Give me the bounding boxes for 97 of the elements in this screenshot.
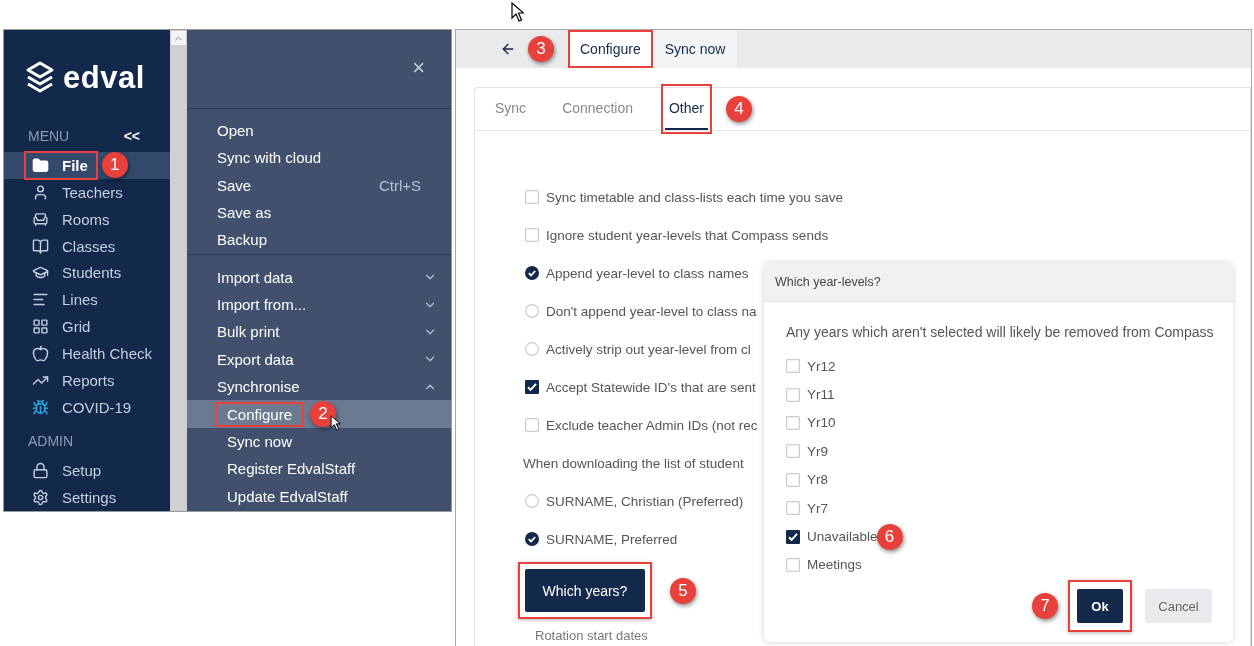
option-label: Don't append year-level to class na bbox=[546, 303, 757, 319]
option-label: Exclude teacher Admin IDs (not rec bbox=[546, 417, 758, 433]
logo-text: edval bbox=[63, 60, 145, 96]
sidebar-item[interactable]: Students bbox=[4, 259, 170, 287]
chair-icon bbox=[32, 210, 49, 228]
callout-badge: 7 bbox=[1032, 593, 1058, 620]
sidebar-item[interactable]: File 1 bbox=[4, 151, 170, 179]
sidebar-item[interactable]: Reports bbox=[4, 367, 170, 395]
shortcut-text: Ctrl+S bbox=[378, 176, 421, 194]
tab[interactable]: Connection bbox=[558, 88, 637, 130]
callout-badge: 4 bbox=[725, 96, 752, 122]
option-label: Meetings bbox=[807, 557, 862, 573]
ok-button[interactable]: Ok bbox=[1077, 589, 1123, 624]
callout-badge: 6 bbox=[876, 523, 903, 550]
folder-icon bbox=[32, 156, 49, 174]
menu-item[interactable]: Sync with cloud bbox=[187, 143, 451, 172]
option-label: Actively strip out year-level from cl bbox=[546, 341, 751, 357]
menu-item[interactable]: Import data bbox=[187, 263, 451, 291]
option-label: Yr11 bbox=[807, 387, 835, 403]
layers-logo-icon bbox=[25, 61, 55, 95]
checkbox[interactable] bbox=[525, 228, 539, 242]
option-label: SURNAME, Preferred bbox=[546, 531, 678, 547]
tab[interactable]: Sync now bbox=[652, 30, 738, 68]
radio-button[interactable] bbox=[525, 304, 539, 318]
submenu-item[interactable]: Configure 2 bbox=[187, 400, 451, 428]
menu-item[interactable]: Export data bbox=[187, 345, 451, 374]
apple-icon bbox=[32, 345, 49, 363]
sidebar-item[interactable]: Classes bbox=[4, 232, 170, 260]
cancel-button[interactable]: Cancel bbox=[1145, 589, 1212, 624]
dialog-title: Which year-levels? bbox=[775, 275, 881, 289]
radio-button[interactable] bbox=[525, 494, 539, 508]
lock-icon bbox=[32, 461, 49, 479]
callout-badge: 1 bbox=[101, 152, 128, 179]
radio-checked-icon[interactable] bbox=[525, 532, 539, 546]
option-label: Accept Statewide ID's that are sent bbox=[546, 379, 756, 395]
virus-icon bbox=[32, 399, 49, 417]
checkbox[interactable] bbox=[786, 444, 800, 459]
section-text: When downloading the list of student bbox=[523, 455, 744, 471]
sidebar-item[interactable]: Health Check bbox=[4, 340, 170, 368]
submenu-item[interactable]: Sync now bbox=[187, 427, 451, 456]
checkbox[interactable] bbox=[786, 359, 800, 374]
option-label: Yr9 bbox=[807, 443, 828, 459]
scrollbar[interactable] bbox=[170, 30, 187, 511]
close-button[interactable]: × bbox=[412, 56, 425, 80]
menu-item[interactable]: Bulk print bbox=[187, 318, 451, 346]
checkbox[interactable] bbox=[525, 190, 539, 204]
mouse-pointer-icon bbox=[330, 415, 342, 432]
book-icon bbox=[32, 237, 49, 255]
option-label: Ignore student year-levels that Compass sends bbox=[546, 227, 829, 243]
submenu-item[interactable]: Update EdvalStaff bbox=[187, 482, 451, 510]
menu-heading: MENU bbox=[28, 127, 70, 144]
checkbox[interactable] bbox=[786, 415, 800, 430]
callout-badge: 5 bbox=[670, 577, 696, 604]
sidebar-item[interactable]: Setup bbox=[4, 456, 170, 484]
radio-button[interactable] bbox=[525, 342, 539, 356]
sidebar-item[interactable]: COVID-19 bbox=[4, 394, 170, 422]
checkbox-checked[interactable] bbox=[525, 380, 539, 394]
admin-heading: ADMIN bbox=[28, 433, 74, 450]
which-years-button[interactable]: Which years? bbox=[525, 569, 645, 612]
option-label: Yr7 bbox=[807, 500, 828, 516]
mouse-pointer-icon bbox=[511, 2, 524, 22]
menu-item[interactable]: Backup bbox=[187, 226, 451, 254]
checkbox[interactable] bbox=[786, 387, 800, 402]
option-label: Yr8 bbox=[807, 472, 828, 488]
sidebar-item[interactable]: Grid bbox=[4, 313, 170, 341]
option-label: Append year-level to class names bbox=[546, 265, 749, 281]
tab[interactable]: Sync bbox=[491, 88, 531, 130]
menu-item[interactable]: Import from... bbox=[187, 290, 451, 319]
checkbox[interactable] bbox=[786, 557, 800, 572]
grid-icon bbox=[32, 318, 49, 336]
callout-badge: 2 bbox=[310, 401, 337, 428]
section-text: Rotation start dates bbox=[535, 628, 649, 643]
menu-item[interactable]: Save Ctrl+S bbox=[187, 171, 451, 199]
sidebar-item[interactable]: Rooms bbox=[4, 205, 170, 233]
callout-badge: 3 bbox=[528, 36, 554, 62]
option-label: Yr10 bbox=[807, 415, 836, 431]
checkbox[interactable] bbox=[786, 501, 800, 516]
menu-item[interactable]: Save as bbox=[187, 198, 451, 227]
tab[interactable]: Configure bbox=[568, 30, 653, 68]
sidebar-item[interactable]: Lines bbox=[4, 286, 170, 314]
dialog-message: Any years which aren't selected will likely be removed from Compass bbox=[786, 324, 1215, 340]
submenu-item[interactable]: Register EdvalStaff bbox=[187, 455, 451, 483]
option-label: SURNAME, Christian (Preferred) bbox=[546, 493, 744, 509]
menu-item[interactable]: Open bbox=[187, 116, 451, 144]
settings-icon bbox=[32, 488, 49, 506]
checkbox[interactable] bbox=[786, 472, 800, 487]
checkbox[interactable] bbox=[525, 418, 539, 432]
option-label: Yr12 bbox=[807, 358, 836, 374]
user-icon bbox=[32, 183, 49, 201]
option-label: Sync timetable and class-lists each time you save bbox=[546, 189, 844, 205]
collapse-toggle[interactable]: << bbox=[123, 127, 140, 144]
sidebar-item[interactable]: Settings bbox=[4, 483, 170, 511]
menu-item[interactable]: Synchronise bbox=[187, 373, 451, 401]
radio-checked-icon[interactable] bbox=[525, 266, 539, 280]
checkbox-checked[interactable] bbox=[786, 529, 800, 544]
option-label: Unavailable bbox=[807, 529, 878, 545]
sidebar-item[interactable]: Teachers bbox=[4, 178, 170, 206]
